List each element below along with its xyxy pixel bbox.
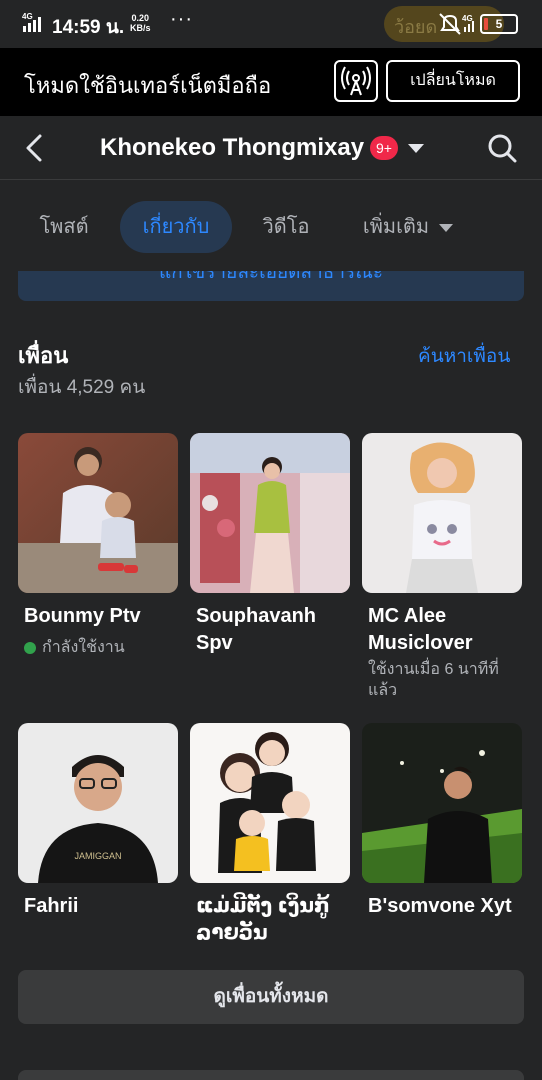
- speed-unit: KB/s: [130, 23, 151, 33]
- svg-text:4G: 4G: [462, 14, 473, 23]
- svg-text:JAMIGGAN: JAMIGGAN: [74, 851, 121, 861]
- tab-posts[interactable]: โพสต์: [22, 201, 106, 253]
- friend-card[interactable]: Souphavanh Spv: [190, 433, 350, 673]
- friend-name[interactable]: MC Alee Musiclover: [368, 603, 528, 657]
- friend-photo[interactable]: [190, 723, 350, 883]
- friend-photo-image: [362, 433, 522, 593]
- friend-status: ใช้งานเมื่อ 6 นาทีที่แล้ว: [368, 661, 499, 699]
- network-speed: 0.20 KB/s: [130, 13, 151, 33]
- friend-photo-image: [190, 723, 350, 883]
- more-chevron-down-icon: [439, 223, 454, 232]
- edit-public-details-label: แก้ไขรายละเอียดสาธารณะ: [158, 271, 384, 283]
- friend-photo-image: JAMIGGAN: [18, 723, 178, 883]
- friend-card[interactable]: MC Alee Musiclover ใช้งานเมื่อ 6 นาทีที่…: [362, 433, 522, 703]
- friend-photo[interactable]: [362, 433, 522, 593]
- data-mode-button[interactable]: [334, 60, 378, 102]
- friend-photo[interactable]: [190, 433, 350, 593]
- friend-status-text: กำลังใช้งาน: [42, 639, 125, 656]
- cell-signal-icon: 4G: [22, 12, 41, 32]
- notification-pill-text: ว้อยด: [394, 17, 438, 37]
- tab-videos-label: วิดีโอ: [262, 216, 310, 238]
- search-icon[interactable]: [486, 132, 518, 164]
- status-bar: 4G 14:59 น. 0.20 KB/s ··· ว้อยด 4G 5: [0, 0, 542, 48]
- antenna-icon: [341, 66, 371, 96]
- friend-card[interactable]: ແມ່ມີຕັງ ເງິນກູ້ ລາຍວັນ: [190, 723, 350, 953]
- friend-photo-image: [362, 723, 522, 883]
- tab-more-label: เพิ่มเติม: [362, 216, 430, 238]
- switch-mode-button[interactable]: เปลี่ยนโหมด: [386, 60, 520, 102]
- tab-about-label: เกี่ยวกับ: [142, 216, 210, 238]
- friend-name[interactable]: Fahrii: [24, 893, 184, 920]
- profile-header: Khonekeo Thongmixay 9+: [0, 116, 542, 180]
- friend-status: กำลังใช้งาน: [24, 637, 182, 658]
- online-indicator: [24, 641, 36, 654]
- friend-photo[interactable]: [362, 723, 522, 883]
- tab-about[interactable]: เกี่ยวกับ: [120, 201, 232, 253]
- battery-percent: 5: [495, 17, 503, 31]
- friend-photo[interactable]: JAMIGGAN: [18, 723, 178, 883]
- friend-photo[interactable]: [18, 433, 178, 593]
- friend-name[interactable]: Souphavanh Spv: [196, 603, 356, 657]
- tab-more[interactable]: เพิ่มเติม: [346, 201, 470, 253]
- friend-name[interactable]: Bounmy Ptv: [24, 603, 184, 630]
- mode-title: โหมดใช้อินเทอร์เน็ตมือถือ: [24, 73, 272, 98]
- friend-photo-image: [190, 433, 350, 593]
- profile-tabs: โพสต์ เกี่ยวกับ วิดีโอ เพิ่มเติม: [0, 181, 542, 271]
- see-all-friends-button[interactable]: ดูเพื่อนทั้งหมด: [18, 970, 524, 1024]
- speed-value: 0.20: [131, 13, 150, 23]
- tab-videos[interactable]: วิดีโอ: [248, 201, 324, 253]
- edit-public-details-button[interactable]: แก้ไขรายละเอียดสาธารณะ: [18, 271, 524, 301]
- account-switch-chevron-icon[interactable]: [408, 144, 424, 153]
- mobile-data-mode-bar: โหมดใช้อินเทอร์เน็ตมือถือ เปลี่ยนโหมด: [0, 48, 542, 116]
- friend-name[interactable]: ແມ່ມີຕັງ ເງິນກູ້ ລາຍວັນ: [196, 893, 356, 947]
- next-section-button[interactable]: [18, 1070, 524, 1080]
- more-notifications-icon: ···: [170, 8, 193, 30]
- status-time: 14:59 น.: [52, 17, 125, 38]
- profile-name[interactable]: Khonekeo Thongmixay: [100, 134, 364, 162]
- friend-card[interactable]: JAMIGGAN Fahrii: [18, 723, 178, 943]
- find-friends-link[interactable]: ค้นหาเพื่อน: [418, 341, 510, 371]
- friend-card[interactable]: B'somvone Xyt: [362, 723, 522, 943]
- tab-posts-label: โพสต์: [39, 216, 89, 238]
- friends-count: เพื่อน 4,529 คน: [18, 377, 146, 398]
- friend-card[interactable]: Bounmy Ptv กำลังใช้งาน: [18, 433, 178, 673]
- friend-name[interactable]: B'somvone Xyt: [368, 893, 528, 920]
- friend-photo-image: [18, 433, 178, 593]
- friends-section-title: เพื่อน: [18, 343, 69, 368]
- battery-icon: 5: [480, 14, 518, 34]
- notification-badge: 9+: [370, 136, 398, 160]
- svg-text:4G: 4G: [22, 12, 33, 21]
- back-arrow-icon[interactable]: [22, 132, 46, 164]
